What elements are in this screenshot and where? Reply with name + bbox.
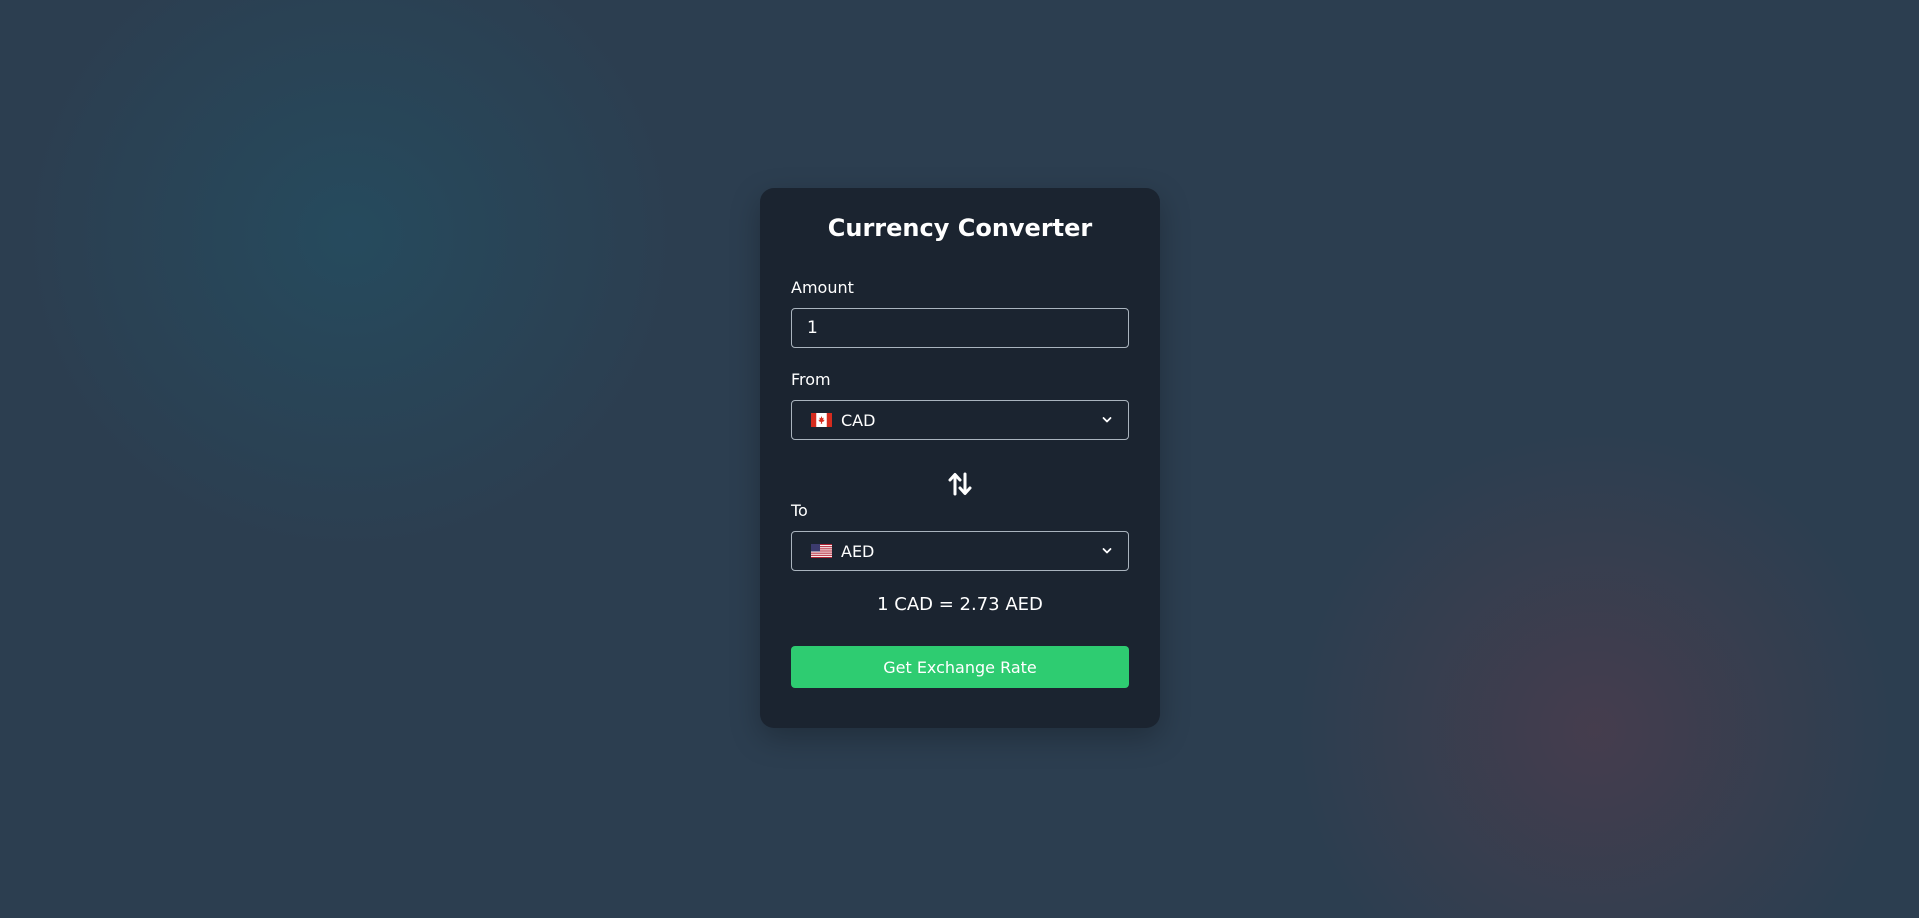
get-exchange-rate-button[interactable]: Get Exchange Rate <box>791 646 1129 688</box>
to-label: To <box>791 501 808 520</box>
from-currency-code: CAD <box>841 410 876 430</box>
exchange-rate-text: 1 CAD = 2.73 AED <box>877 594 1043 615</box>
page-title: Currency Converter <box>827 214 1093 242</box>
converter-card: Currency Converter Amount 1 From CAD To <box>760 188 1160 728</box>
from-select-content: CAD <box>811 411 875 430</box>
amount-value: 1 <box>807 318 818 338</box>
from-label: From <box>791 370 831 389</box>
to-select-content: AED <box>811 542 874 561</box>
amount-label: Amount <box>791 278 854 297</box>
chevron-down-icon <box>1102 548 1112 554</box>
to-currency-code: AED <box>841 541 875 561</box>
to-currency-select[interactable]: AED <box>791 531 1129 571</box>
amount-input[interactable]: 1 <box>791 308 1129 348</box>
swap-container <box>791 471 1129 497</box>
us-flag-icon <box>811 544 832 558</box>
canada-flag-icon <box>811 413 832 427</box>
from-currency-select[interactable]: CAD <box>791 400 1129 440</box>
chevron-down-icon <box>1102 417 1112 423</box>
swap-arrows-icon[interactable] <box>947 471 973 497</box>
